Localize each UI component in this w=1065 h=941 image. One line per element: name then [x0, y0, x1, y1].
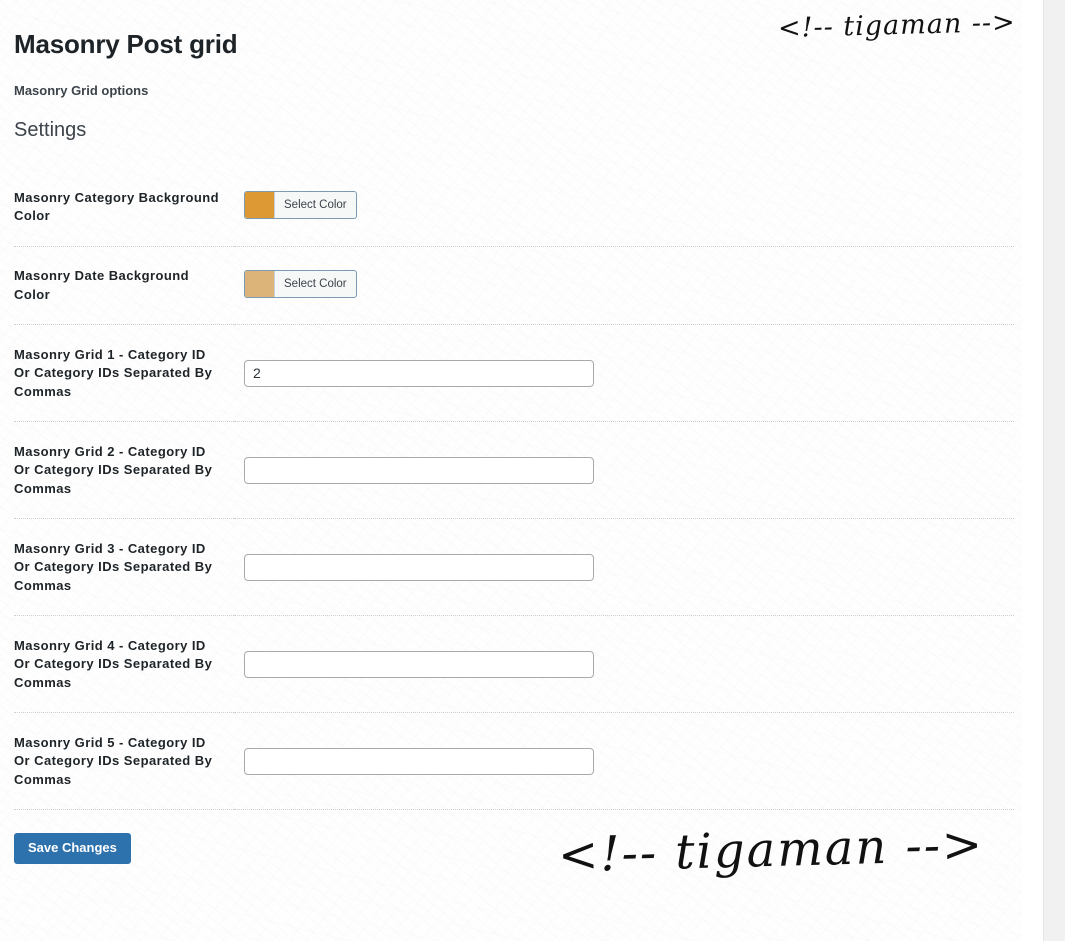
- setting-row-masonry-grid-5: Masonry Grid 5 - Category ID Or Category…: [14, 714, 1014, 810]
- setting-label-masonry-grid-4: Masonry Grid 4 - Category ID Or Category…: [14, 637, 213, 690]
- page-subtitle: Masonry Grid options: [14, 82, 149, 98]
- setting-label-masonry-grid-2: Masonry Grid 2 - Category ID Or Category…: [14, 443, 213, 496]
- setting-row-date-background-color: Masonry Date Background Color Select Col…: [14, 247, 1014, 325]
- page-title: Masonry Post grid: [14, 29, 238, 59]
- color-picker-date-background[interactable]: Select Color: [244, 269, 357, 298]
- masonry-grid-5-input[interactable]: [244, 747, 594, 775]
- save-changes-button[interactable]: Save Changes: [14, 832, 131, 864]
- setting-control-masonry-grid-5: [234, 714, 1014, 810]
- setting-label-date-background-color: Masonry Date Background Color: [14, 268, 190, 302]
- setting-control-masonry-grid-4: [234, 617, 1014, 713]
- masonry-grid-4-input[interactable]: [244, 650, 594, 678]
- setting-row-masonry-grid-4: Masonry Grid 4 - Category ID Or Category…: [14, 617, 1014, 713]
- setting-control-masonry-grid-1: [234, 326, 1014, 422]
- color-picker-category-background[interactable]: Select Color: [244, 191, 357, 219]
- setting-row-masonry-grid-1: Masonry Grid 1 - Category ID Or Category…: [14, 326, 1014, 422]
- setting-label-masonry-grid-3: Masonry Grid 3 - Category ID Or Category…: [14, 540, 213, 593]
- color-swatch-category-background[interactable]: [245, 192, 275, 218]
- setting-row-masonry-grid-3: Masonry Grid 3 - Category ID Or Category…: [14, 520, 1014, 616]
- select-color-button-label: Select Color: [284, 199, 347, 211]
- admin-settings-page: Masonry Post grid Masonry Grid options S…: [0, 0, 1065, 941]
- page-content: Masonry Post grid Masonry Grid options S…: [0, 0, 1043, 864]
- masonry-grid-1-input[interactable]: [244, 359, 594, 387]
- select-color-button-label: Select Color: [284, 277, 347, 290]
- setting-control-category-background-color: Select Color: [234, 169, 1014, 247]
- setting-label-masonry-grid-5: Masonry Grid 5 - Category ID Or Category…: [14, 734, 213, 787]
- settings-form-table: Masonry Category Background Color Select…: [14, 169, 1014, 811]
- setting-row-masonry-grid-2: Masonry Grid 2 - Category ID Or Category…: [14, 423, 1014, 519]
- submit-area: Save Changes: [14, 811, 1043, 864]
- settings-section-heading: Settings: [14, 118, 87, 141]
- setting-label-category-background-color: Masonry Category Background Color: [14, 189, 220, 224]
- setting-label-masonry-grid-1: Masonry Grid 1 - Category ID Or Category…: [14, 346, 213, 399]
- setting-control-masonry-grid-3: [234, 520, 1014, 616]
- vertical-scrollbar[interactable]: [1043, 0, 1065, 941]
- setting-control-date-background-color: Select Color: [234, 247, 1014, 325]
- right-gutter: [1022, 0, 1043, 941]
- color-swatch-date-background[interactable]: [245, 270, 275, 297]
- setting-control-masonry-grid-2: [234, 423, 1014, 519]
- masonry-grid-3-input[interactable]: [244, 553, 594, 581]
- setting-row-category-background-color: Masonry Category Background Color Select…: [14, 169, 1014, 247]
- masonry-grid-2-input[interactable]: [244, 456, 594, 484]
